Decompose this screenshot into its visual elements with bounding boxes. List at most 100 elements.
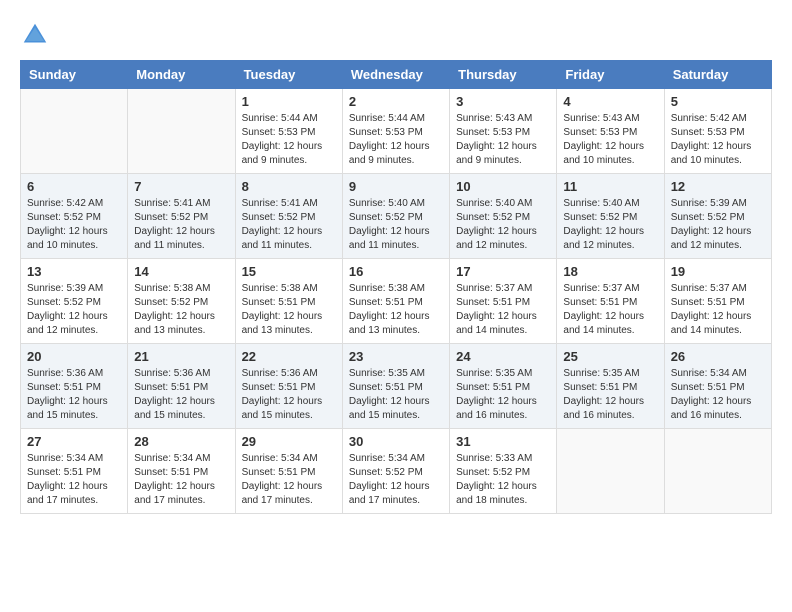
day-number: 21 [134, 349, 228, 364]
day-info: Sunrise: 5:35 AM Sunset: 5:51 PM Dayligh… [349, 367, 443, 423]
calendar-cell: 22 Sunrise: 5:36 AM Sunset: 5:51 PM Dayli… [235, 344, 342, 429]
day-info: Sunrise: 5:40 AM Sunset: 5:52 PM Dayligh… [349, 197, 443, 253]
day-info: Sunrise: 5:33 AM Sunset: 5:52 PM Dayligh… [456, 452, 550, 508]
day-info: Sunrise: 5:39 AM Sunset: 5:52 PM Dayligh… [27, 282, 121, 338]
calendar-week-row: 1 Sunrise: 5:44 AM Sunset: 5:53 PM Daylig… [21, 89, 772, 174]
day-info: Sunrise: 5:44 AM Sunset: 5:53 PM Dayligh… [349, 112, 443, 168]
day-number: 1 [242, 94, 336, 109]
day-number: 28 [134, 434, 228, 449]
day-number: 24 [456, 349, 550, 364]
calendar-cell: 18 Sunrise: 5:37 AM Sunset: 5:51 PM Dayli… [557, 259, 664, 344]
logo-icon [20, 20, 50, 50]
calendar-cell: 5Sunrise: 5:42 AM Sunset: 5:53 PM Daylig… [664, 89, 771, 174]
calendar-week-row: 6 Sunrise: 5:42 AM Sunset: 5:52 PM Daylig… [21, 174, 772, 259]
weekday-header-row: SundayMondayTuesdayWednesdayThursdayFrid… [21, 61, 772, 89]
calendar-cell: 1 Sunrise: 5:44 AM Sunset: 5:53 PM Daylig… [235, 89, 342, 174]
calendar-week-row: 20 Sunrise: 5:36 AM Sunset: 5:51 PM Dayli… [21, 344, 772, 429]
day-number: 8 [242, 179, 336, 194]
day-number: 30 [349, 434, 443, 449]
day-info: Sunrise: 5:34 AM Sunset: 5:52 PM Dayligh… [349, 452, 443, 508]
calendar-week-row: 27 Sunrise: 5:34 AM Sunset: 5:51 PM Dayli… [21, 429, 772, 514]
calendar-cell [21, 89, 128, 174]
calendar-cell: 31 Sunrise: 5:33 AM Sunset: 5:52 PM Dayli… [450, 429, 557, 514]
weekday-header: Tuesday [235, 61, 342, 89]
day-number: 31 [456, 434, 550, 449]
day-number: 22 [242, 349, 336, 364]
day-info: Sunrise: 5:38 AM Sunset: 5:51 PM Dayligh… [349, 282, 443, 338]
calendar-cell [664, 429, 771, 514]
day-info: Sunrise: 5:35 AM Sunset: 5:51 PM Dayligh… [456, 367, 550, 423]
day-info: Sunrise: 5:36 AM Sunset: 5:51 PM Dayligh… [242, 367, 336, 423]
day-number: 6 [27, 179, 121, 194]
day-info: Sunrise: 5:37 AM Sunset: 5:51 PM Dayligh… [563, 282, 657, 338]
logo [20, 20, 54, 50]
calendar-cell: 28Sunrise: 5:34 AM Sunset: 5:51 PM Dayli… [128, 429, 235, 514]
day-number: 7 [134, 179, 228, 194]
day-info: Sunrise: 5:42 AM Sunset: 5:53 PM Dayligh… [671, 112, 765, 168]
day-info: Sunrise: 5:40 AM Sunset: 5:52 PM Dayligh… [456, 197, 550, 253]
day-number: 2 [349, 94, 443, 109]
day-number: 17 [456, 264, 550, 279]
day-number: 3 [456, 94, 550, 109]
calendar-cell: 20Sunrise: 5:36 AM Sunset: 5:51 PM Dayli… [21, 344, 128, 429]
day-number: 20 [27, 349, 121, 364]
day-number: 23 [349, 349, 443, 364]
day-number: 18 [563, 264, 657, 279]
page-header [20, 20, 772, 50]
day-info: Sunrise: 5:40 AM Sunset: 5:52 PM Dayligh… [563, 197, 657, 253]
calendar-cell [128, 89, 235, 174]
day-info: Sunrise: 5:38 AM Sunset: 5:52 PM Dayligh… [134, 282, 228, 338]
calendar-cell: 10 Sunrise: 5:40 AM Sunset: 5:52 PM Dayli… [450, 174, 557, 259]
day-number: 12 [671, 179, 765, 194]
calendar-cell: 17 Sunrise: 5:37 AM Sunset: 5:51 PM Dayli… [450, 259, 557, 344]
day-info: Sunrise: 5:38 AM Sunset: 5:51 PM Dayligh… [242, 282, 336, 338]
calendar-cell: 12Sunrise: 5:39 AM Sunset: 5:52 PM Dayli… [664, 174, 771, 259]
calendar-cell: 3Sunrise: 5:43 AM Sunset: 5:53 PM Daylig… [450, 89, 557, 174]
calendar-cell: 24 Sunrise: 5:35 AM Sunset: 5:51 PM Dayli… [450, 344, 557, 429]
day-info: Sunrise: 5:37 AM Sunset: 5:51 PM Dayligh… [671, 282, 765, 338]
day-info: Sunrise: 5:34 AM Sunset: 5:51 PM Dayligh… [242, 452, 336, 508]
day-number: 26 [671, 349, 765, 364]
calendar-cell: 26 Sunrise: 5:34 AM Sunset: 5:51 PM Dayli… [664, 344, 771, 429]
calendar-cell: 16Sunrise: 5:38 AM Sunset: 5:51 PM Dayli… [342, 259, 449, 344]
day-info: Sunrise: 5:43 AM Sunset: 5:53 PM Dayligh… [563, 112, 657, 168]
day-number: 11 [563, 179, 657, 194]
day-number: 9 [349, 179, 443, 194]
day-number: 4 [563, 94, 657, 109]
calendar-week-row: 13 Sunrise: 5:39 AM Sunset: 5:52 PM Dayli… [21, 259, 772, 344]
weekday-header: Saturday [664, 61, 771, 89]
calendar-cell [557, 429, 664, 514]
day-number: 15 [242, 264, 336, 279]
calendar-cell: 13 Sunrise: 5:39 AM Sunset: 5:52 PM Dayli… [21, 259, 128, 344]
calendar-cell: 2 Sunrise: 5:44 AM Sunset: 5:53 PM Daylig… [342, 89, 449, 174]
weekday-header: Thursday [450, 61, 557, 89]
day-number: 19 [671, 264, 765, 279]
calendar-cell: 30 Sunrise: 5:34 AM Sunset: 5:52 PM Dayli… [342, 429, 449, 514]
calendar-cell: 19 Sunrise: 5:37 AM Sunset: 5:51 PM Dayli… [664, 259, 771, 344]
weekday-header: Friday [557, 61, 664, 89]
day-info: Sunrise: 5:44 AM Sunset: 5:53 PM Dayligh… [242, 112, 336, 168]
day-info: Sunrise: 5:42 AM Sunset: 5:52 PM Dayligh… [27, 197, 121, 253]
calendar-cell: 4 Sunrise: 5:43 AM Sunset: 5:53 PM Daylig… [557, 89, 664, 174]
calendar-cell: 8 Sunrise: 5:41 AM Sunset: 5:52 PM Daylig… [235, 174, 342, 259]
day-info: Sunrise: 5:41 AM Sunset: 5:52 PM Dayligh… [242, 197, 336, 253]
day-info: Sunrise: 5:36 AM Sunset: 5:51 PM Dayligh… [134, 367, 228, 423]
calendar-cell: 7Sunrise: 5:41 AM Sunset: 5:52 PM Daylig… [128, 174, 235, 259]
day-info: Sunrise: 5:37 AM Sunset: 5:51 PM Dayligh… [456, 282, 550, 338]
calendar-cell: 23 Sunrise: 5:35 AM Sunset: 5:51 PM Dayli… [342, 344, 449, 429]
calendar-cell: 21 Sunrise: 5:36 AM Sunset: 5:51 PM Dayli… [128, 344, 235, 429]
weekday-header: Monday [128, 61, 235, 89]
day-number: 27 [27, 434, 121, 449]
day-number: 10 [456, 179, 550, 194]
weekday-header: Wednesday [342, 61, 449, 89]
calendar-cell: 27Sunrise: 5:34 AM Sunset: 5:51 PM Dayli… [21, 429, 128, 514]
day-number: 13 [27, 264, 121, 279]
day-number: 29 [242, 434, 336, 449]
calendar-cell: 25Sunrise: 5:35 AM Sunset: 5:51 PM Dayli… [557, 344, 664, 429]
day-info: Sunrise: 5:34 AM Sunset: 5:51 PM Dayligh… [671, 367, 765, 423]
calendar-cell: 9 Sunrise: 5:40 AM Sunset: 5:52 PM Daylig… [342, 174, 449, 259]
calendar-cell: 15 Sunrise: 5:38 AM Sunset: 5:51 PM Dayli… [235, 259, 342, 344]
calendar-cell: 29 Sunrise: 5:34 AM Sunset: 5:51 PM Dayli… [235, 429, 342, 514]
weekday-header: Sunday [21, 61, 128, 89]
calendar-cell: 14Sunrise: 5:38 AM Sunset: 5:52 PM Dayli… [128, 259, 235, 344]
